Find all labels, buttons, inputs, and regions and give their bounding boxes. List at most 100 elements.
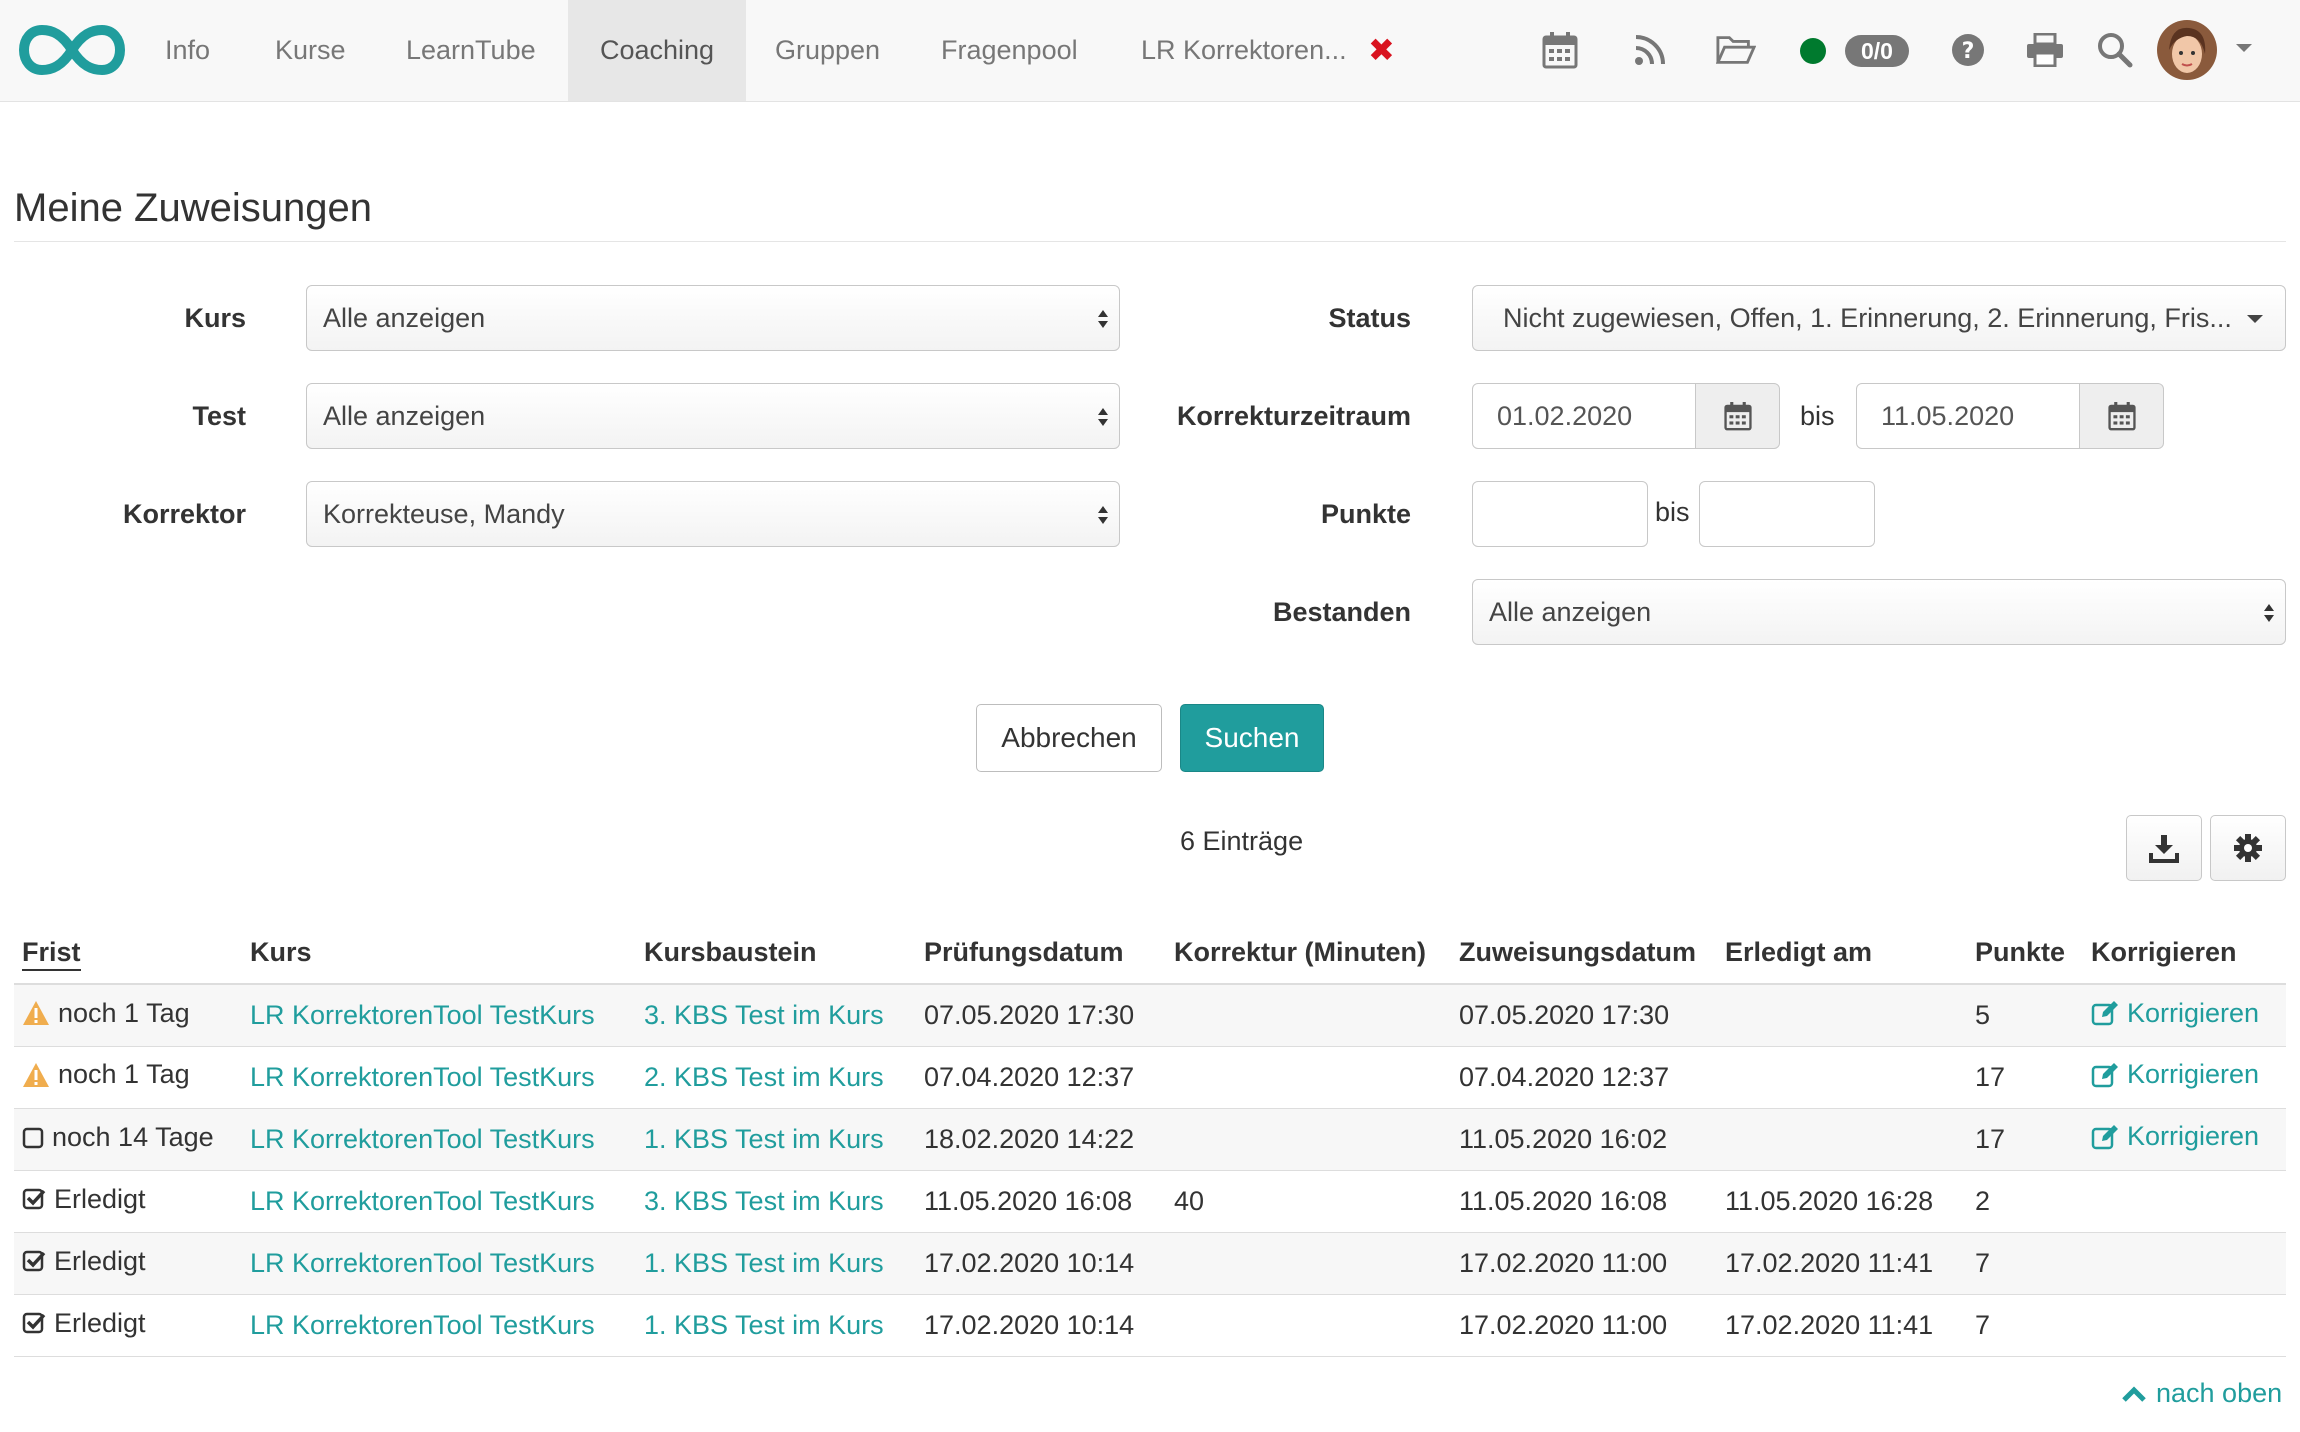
cell-kursbaustein[interactable]: 1. KBS Test im Kurs bbox=[636, 1294, 916, 1357]
korrigieren-link[interactable]: Korrigieren bbox=[2091, 1121, 2259, 1152]
column-header-zuweisungsdatum[interactable]: Zuweisungsdatum bbox=[1451, 922, 1717, 985]
download-button[interactable] bbox=[2126, 815, 2202, 881]
column-header-punkte[interactable]: Punkte bbox=[1967, 922, 2083, 985]
table-row: noch 1 Tag LR KorrektorenTool TestKurs 3. … bbox=[14, 984, 2286, 1047]
close-icon[interactable]: ✖ bbox=[1368, 33, 1395, 67]
cell-korrigieren bbox=[2083, 1170, 2286, 1233]
bestanden-select[interactable]: Alle anzeigen bbox=[1472, 579, 2286, 645]
rss-icon[interactable] bbox=[1630, 30, 1670, 70]
cell-kursbaustein[interactable]: 3. KBS Test im Kurs bbox=[636, 1170, 916, 1233]
column-header-frist[interactable]: Frist bbox=[14, 922, 242, 985]
calendar-icon[interactable] bbox=[1695, 383, 1780, 449]
cell-punkte: 7 bbox=[1967, 1232, 2083, 1295]
punkte-to-input[interactable] bbox=[1699, 481, 1875, 547]
nav-item-lr-korrektoren[interactable]: LR Korrektoren... bbox=[1111, 0, 1377, 101]
calendar-icon[interactable] bbox=[1540, 30, 1580, 70]
cell-kursbaustein[interactable]: 2. KBS Test im Kurs bbox=[636, 1046, 916, 1109]
cell-korrigieren[interactable]: Korrigieren bbox=[2083, 1108, 2286, 1171]
cell-korrektur bbox=[1166, 1046, 1451, 1109]
cell-punkte: 2 bbox=[1967, 1170, 2083, 1233]
cell-punkte: 17 bbox=[1967, 1108, 2083, 1171]
notification-badge[interactable]: 0/0 bbox=[1845, 35, 1909, 67]
test-label: Test bbox=[192, 401, 246, 431]
calendar-icon[interactable] bbox=[2079, 383, 2164, 449]
search-icon[interactable] bbox=[2095, 30, 2135, 70]
print-icon[interactable] bbox=[2025, 30, 2065, 70]
cell-pruefungsdatum: 18.02.2020 14:22 bbox=[916, 1108, 1166, 1171]
nav-item-coaching[interactable]: Coaching bbox=[568, 0, 746, 101]
kurs-select[interactable]: Alle anzeigen bbox=[306, 285, 1120, 351]
table-settings-button[interactable] bbox=[2210, 815, 2286, 881]
cell-kurs[interactable]: LR KorrektorenTool TestKurs bbox=[242, 1108, 636, 1171]
cell-frist: noch 1 Tag bbox=[14, 1046, 242, 1109]
status-select-value: Nicht zugewiesen, Offen, 1. Erinnerung, … bbox=[1503, 303, 2232, 333]
cell-punkte: 17 bbox=[1967, 1046, 2083, 1109]
cell-kursbaustein[interactable]: 3. KBS Test im Kurs bbox=[636, 984, 916, 1047]
test-select-value: Alle anzeigen bbox=[323, 401, 486, 431]
cell-erledigt-am: 11.05.2020 16:28 bbox=[1717, 1170, 1967, 1233]
cell-korrigieren bbox=[2083, 1232, 2286, 1295]
column-header-korrektur[interactable]: Korrektur (Minuten) bbox=[1166, 922, 1451, 985]
logo-icon[interactable] bbox=[18, 22, 126, 78]
cell-kurs[interactable]: LR KorrektorenTool TestKurs bbox=[242, 984, 636, 1047]
cell-pruefungsdatum: 07.04.2020 12:37 bbox=[916, 1046, 1166, 1109]
kurs-label: Kurs bbox=[184, 303, 246, 333]
cell-frist: Erledigt bbox=[14, 1232, 242, 1295]
select-arrows-icon bbox=[2264, 604, 2274, 622]
cell-korrigieren[interactable]: Korrigieren bbox=[2083, 984, 2286, 1047]
back-to-top-link[interactable]: nach oben bbox=[2122, 1378, 2282, 1409]
chevron-down-icon[interactable] bbox=[2236, 44, 2252, 52]
cell-erledigt-am: 17.02.2020 11:41 bbox=[1717, 1294, 1967, 1357]
nav-item-kurse[interactable]: Kurse bbox=[245, 0, 376, 101]
cell-erledigt-am bbox=[1717, 1046, 1967, 1109]
kurs-select-value: Alle anzeigen bbox=[323, 303, 486, 333]
cell-kurs[interactable]: LR KorrektorenTool TestKurs bbox=[242, 1232, 636, 1295]
cell-kurs[interactable]: LR KorrektorenTool TestKurs bbox=[242, 1170, 636, 1233]
cell-pruefungsdatum: 17.02.2020 10:14 bbox=[916, 1294, 1166, 1357]
svg-text:?: ? bbox=[1962, 39, 1975, 64]
table-row: noch 1 Tag LR KorrektorenTool TestKurs 2. … bbox=[14, 1046, 2286, 1109]
korrigieren-link[interactable]: Korrigieren bbox=[2091, 1059, 2259, 1090]
help-icon[interactable]: ? bbox=[1948, 30, 1988, 70]
column-header-kurs[interactable]: Kurs bbox=[242, 922, 636, 985]
korrigieren-link[interactable]: Korrigieren bbox=[2091, 998, 2259, 1029]
cell-korrigieren[interactable]: Korrigieren bbox=[2083, 1046, 2286, 1109]
edit-icon bbox=[2091, 1062, 2119, 1088]
date-from-input[interactable]: 01.02.2020 bbox=[1472, 383, 1696, 449]
cell-kurs[interactable]: LR KorrektorenTool TestKurs bbox=[242, 1046, 636, 1109]
cell-kursbaustein[interactable]: 1. KBS Test im Kurs bbox=[636, 1232, 916, 1295]
korrekturzeitraum-label: Korrekturzeitraum bbox=[1176, 401, 1411, 431]
nav-item-gruppen[interactable]: Gruppen bbox=[745, 0, 910, 101]
date-to-input[interactable]: 11.05.2020 bbox=[1856, 383, 2080, 449]
cell-kurs[interactable]: LR KorrektorenTool TestKurs bbox=[242, 1294, 636, 1357]
punkte-range-separator: bis bbox=[1655, 497, 1690, 527]
avatar[interactable] bbox=[2157, 20, 2217, 80]
cell-kursbaustein[interactable]: 1. KBS Test im Kurs bbox=[636, 1108, 916, 1171]
korrektor-label: Korrektor bbox=[122, 499, 246, 529]
nav-item-info[interactable]: Info bbox=[135, 0, 240, 101]
nav-item-learntube[interactable]: LearnTube bbox=[376, 0, 566, 101]
status-multiselect[interactable]: Nicht zugewiesen, Offen, 1. Erinnerung, … bbox=[1472, 285, 2286, 351]
chevron-up-icon bbox=[2122, 1385, 2146, 1402]
search-button[interactable]: Suchen bbox=[1180, 704, 1324, 772]
column-header-erledigt-am[interactable]: Erledigt am bbox=[1717, 922, 1967, 985]
punkte-label: Punkte bbox=[1320, 499, 1411, 529]
cell-korrektur bbox=[1166, 1294, 1451, 1357]
test-select[interactable]: Alle anzeigen bbox=[306, 383, 1120, 449]
cancel-button[interactable]: Abbrechen bbox=[976, 704, 1162, 772]
column-header-kursbaustein[interactable]: Kursbaustein bbox=[636, 922, 916, 985]
entry-count: 6 Einträge bbox=[1180, 826, 1304, 856]
edit-icon bbox=[2091, 1124, 2119, 1150]
online-status-icon[interactable] bbox=[1800, 38, 1826, 64]
nav-item-fragenpool[interactable]: Fragenpool bbox=[911, 0, 1108, 101]
cell-pruefungsdatum: 07.05.2020 17:30 bbox=[916, 984, 1166, 1047]
korrektor-select[interactable]: Korrekteuse, Mandy bbox=[306, 481, 1120, 547]
column-header-pruefungsdatum[interactable]: Prüfungsdatum bbox=[916, 922, 1166, 985]
checked-icon bbox=[22, 1311, 46, 1335]
cell-korrigieren bbox=[2083, 1294, 2286, 1357]
folder-open-icon[interactable] bbox=[1716, 30, 1756, 70]
cell-punkte: 5 bbox=[1967, 984, 2083, 1047]
punkte-from-input[interactable] bbox=[1472, 481, 1648, 547]
cell-zuweisungsdatum: 07.04.2020 12:37 bbox=[1451, 1046, 1717, 1109]
cell-korrektur bbox=[1166, 984, 1451, 1047]
